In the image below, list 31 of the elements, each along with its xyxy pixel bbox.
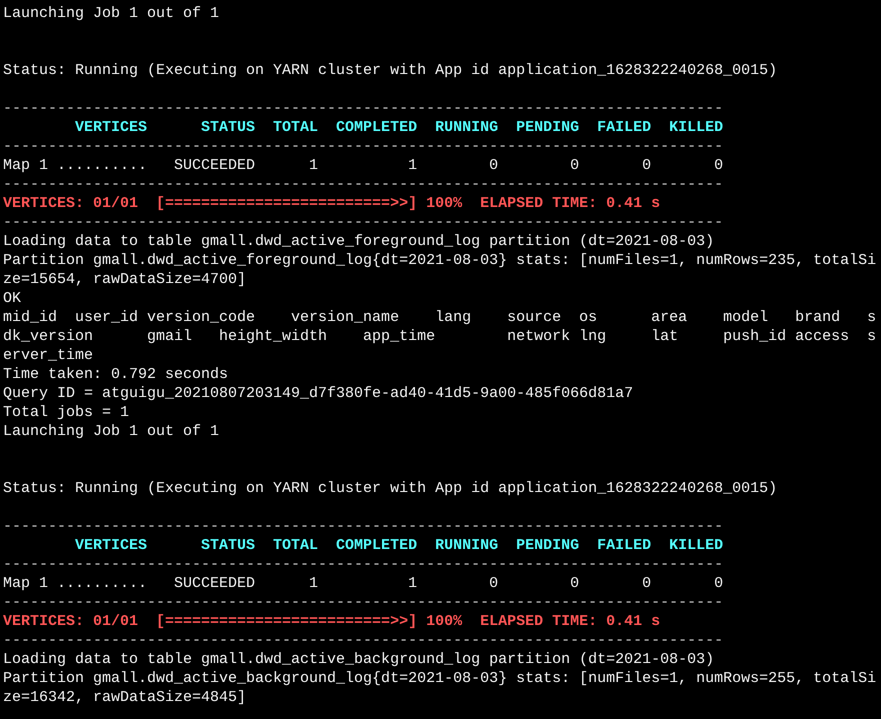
- terminal-line: Partition gmall.dwd_active_background_log{dt=2021-08-03} stats: [numFiles=1, numRows=255, totalSi: [3, 670, 876, 687]
- terminal-line: Loading data to table gmall.dwd_active_foreground_log partition (dt=2021-08-03): [3, 233, 714, 250]
- table-header-line: VERTICES STATUS TOTAL COMPLETED RUNNING PENDING FAILED KILLED: [74, 537, 724, 554]
- terminal-line: Launching Job 1 out of 1: [3, 5, 220, 22]
- terminal-line: Query ID = atguigu_20210807203149_d7f380fe-ad40-41d5-9a00-485f066d81a7: [3, 385, 634, 402]
- terminal-line: Time taken: 0.792 seconds: [3, 366, 228, 383]
- terminal-line: ze=16342, rawDataSize=4845]: [3, 689, 246, 706]
- terminal-line: Partition gmall.dwd_active_foreground_log{dt=2021-08-03} stats: [numFiles=1, numRows=235, totalSi: [3, 252, 876, 269]
- terminal-line: Map 1 .......... SUCCEEDED 1 1 0 0 0 0: [3, 157, 724, 174]
- terminal-line: ze=15654, rawDataSize=4700]: [3, 271, 246, 288]
- divider-line: --------------------------------------------------------------------------------: [3, 138, 724, 155]
- terminal-line: erver_time: [3, 347, 94, 364]
- terminal-line: dk_version gmail height_width app_time network lng lat push_id access s: [3, 328, 876, 345]
- divider-line: --------------------------------------------------------------------------------: [3, 594, 724, 611]
- terminal-line: Loading data to table gmall.dwd_active_background_log partition (dt=2021-08-03): [3, 651, 714, 668]
- table-header-line: VERTICES STATUS TOTAL COMPLETED RUNNING PENDING FAILED KILLED: [74, 119, 724, 136]
- terminal-line: Status: Running (Executing on YARN cluster with App id application_1628322240268_0015): [3, 62, 778, 79]
- terminal-line: Total jobs = 1: [3, 404, 130, 421]
- terminal-line: Launching Job 1 out of 1: [3, 423, 220, 440]
- divider-line: --------------------------------------------------------------------------------: [3, 632, 724, 649]
- divider-line: --------------------------------------------------------------------------------: [3, 214, 724, 231]
- terminal-line: mid_id user_id version_code version_name lang source os area model brand s: [3, 309, 876, 326]
- divider-line: --------------------------------------------------------------------------------: [3, 100, 724, 117]
- progress-line: VERTICES: 01/01 [=========================>>] 100% ELAPSED TIME: 0.41 s: [3, 613, 660, 630]
- terminal-line: OK: [3, 290, 22, 307]
- divider-line: --------------------------------------------------------------------------------: [3, 176, 724, 193]
- divider-line: --------------------------------------------------------------------------------: [3, 518, 724, 535]
- progress-line: VERTICES: 01/01 [=========================>>] 100% ELAPSED TIME: 0.41 s: [3, 195, 660, 212]
- terminal-line: Status: Running (Executing on YARN cluster with App id application_1628322240268_0015): [3, 480, 778, 497]
- terminal-line: Map 1 .......... SUCCEEDED 1 1 0 0 0 0: [3, 575, 724, 592]
- divider-line: --------------------------------------------------------------------------------: [3, 556, 724, 573]
